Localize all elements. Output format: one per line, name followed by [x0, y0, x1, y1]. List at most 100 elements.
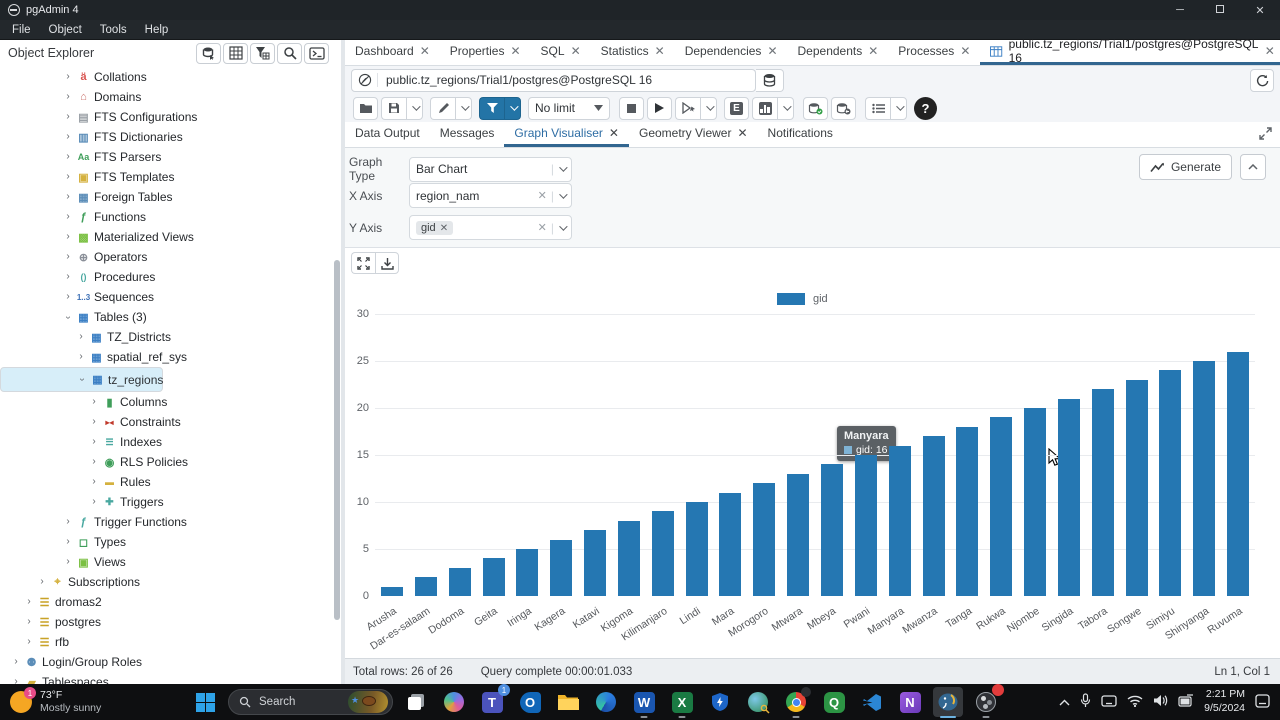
tree-item-types[interactable]: › ◻ Types — [0, 532, 333, 552]
task-view-icon[interactable] — [401, 687, 431, 717]
menu-object[interactable]: Object — [41, 22, 90, 38]
tab-close-icon[interactable]: ✕ — [510, 44, 520, 58]
bar-geita[interactable] — [482, 558, 505, 596]
chip-remove-icon[interactable]: ✕ — [440, 223, 448, 234]
bar-dodoma[interactable] — [448, 567, 471, 596]
tab-dependents[interactable]: Dependents ✕ — [788, 40, 889, 65]
chevron-right-icon[interactable]: › — [62, 251, 74, 262]
bar-mbeya[interactable] — [820, 464, 843, 596]
result-tab-messages[interactable]: Messages — [430, 122, 505, 147]
result-tab-data-output[interactable]: Data Output — [345, 122, 430, 147]
expand-chart-icon[interactable] — [351, 252, 375, 274]
display-device-icon[interactable] — [1101, 694, 1117, 710]
qgis-icon[interactable]: Q — [819, 687, 849, 717]
limit-select[interactable]: No limit — [528, 96, 610, 120]
generate-button[interactable]: Generate — [1138, 154, 1232, 180]
tree-item-spatial-ref-sys[interactable]: › ▦ spatial_ref_sys — [0, 347, 333, 367]
search-box[interactable]: Search ★ — [228, 689, 393, 715]
chevron-right-icon[interactable]: › — [75, 351, 87, 362]
bar-kagera[interactable] — [550, 539, 573, 596]
panel-collapse-icon[interactable] — [1259, 126, 1272, 143]
chevron-right-icon[interactable]: › — [10, 656, 22, 667]
tree-item-login-group-roles[interactable]: › ⚉ Login/Group Roles — [0, 652, 333, 672]
tree-item-domains[interactable]: › ⌂ Domains — [0, 87, 333, 107]
explain-analyze-button[interactable] — [752, 96, 777, 120]
edge-icon[interactable] — [591, 687, 621, 717]
explain-button[interactable]: E — [724, 96, 749, 120]
bar-mara[interactable] — [719, 492, 742, 596]
bar-katavi[interactable] — [584, 530, 606, 596]
tab-statistics[interactable]: Statistics ✕ — [591, 40, 675, 65]
macros-chevron[interactable] — [890, 96, 907, 120]
vscode-icon[interactable] — [857, 687, 887, 717]
chevron-right-icon[interactable]: › — [88, 396, 100, 407]
result-tab-close-icon[interactable]: ✕ — [609, 126, 619, 140]
edit-button[interactable] — [430, 96, 455, 120]
close-button[interactable]: ✕ — [1240, 4, 1280, 17]
tab-close-icon[interactable]: ✕ — [960, 44, 970, 58]
open-file-button[interactable] — [353, 96, 378, 120]
terminal-icon[interactable] — [304, 42, 329, 64]
chrome-icon[interactable] — [781, 687, 811, 718]
chevron-down-icon[interactable]: › — [77, 374, 88, 386]
bar-songwe[interactable] — [1125, 379, 1148, 596]
tab-properties[interactable]: Properties ✕ — [440, 40, 531, 65]
chevron-right-icon[interactable]: › — [88, 436, 100, 447]
battery-icon[interactable] — [1178, 694, 1194, 710]
chevron-right-icon[interactable]: › — [75, 331, 87, 342]
tree-item-indexes[interactable]: › ☰ Indexes — [0, 432, 333, 452]
tab-close-icon[interactable]: ✕ — [571, 44, 581, 58]
download-chart-icon[interactable] — [375, 252, 399, 274]
tree-item-postgres[interactable]: › ☰ postgres — [0, 612, 333, 632]
graph-type-select[interactable]: Bar Chart | — [409, 156, 572, 182]
bar-ruvuma[interactable] — [1227, 351, 1250, 596]
chevron-right-icon[interactable]: › — [62, 151, 74, 162]
teams-icon[interactable]: T1 — [477, 684, 510, 717]
bar-tanga[interactable] — [956, 426, 979, 596]
stop-button[interactable] — [619, 96, 644, 120]
bar-manyara[interactable] — [888, 445, 911, 596]
sidebar-scrollbar[interactable] — [334, 260, 340, 620]
chevron-right-icon[interactable]: › — [62, 516, 74, 527]
tab-close-icon[interactable]: ✕ — [655, 44, 665, 58]
chevron-right-icon[interactable]: › — [62, 191, 74, 202]
clock[interactable]: 2:21 PM 9/5/2024 — [1204, 688, 1245, 715]
filter-button[interactable] — [479, 96, 504, 120]
tree-item-functions[interactable]: › ƒ Functions — [0, 207, 333, 227]
chevron-right-icon[interactable]: › — [10, 676, 22, 685]
chevron-right-icon[interactable]: › — [62, 71, 74, 82]
outlook-icon[interactable]: O — [515, 687, 545, 717]
chevron-right-icon[interactable]: › — [88, 476, 100, 487]
save-options-chevron[interactable] — [406, 96, 423, 120]
tab-dependencies[interactable]: Dependencies ✕ — [675, 40, 788, 65]
chevron-right-icon[interactable]: › — [62, 291, 74, 302]
obs-icon[interactable] — [971, 684, 1004, 718]
chevron-right-icon[interactable]: › — [62, 556, 74, 567]
macros-button[interactable] — [865, 96, 890, 120]
tree-item-tz-districts[interactable]: › ▦ TZ_Districts — [0, 327, 333, 347]
bar-mtwara[interactable] — [787, 473, 810, 596]
bar-simiyu[interactable] — [1159, 370, 1182, 596]
execute-button[interactable] — [647, 96, 672, 120]
tree-item-fts-configurations[interactable]: › ▤ FTS Configurations — [0, 107, 333, 127]
y-axis-select[interactable]: gid ✕ ✕ | — [409, 215, 572, 240]
maximize-button[interactable] — [1200, 4, 1240, 17]
save-button[interactable] — [381, 96, 406, 120]
bar-morogoro[interactable] — [753, 483, 776, 596]
microphone-icon[interactable] — [1080, 693, 1091, 711]
bar-dar-es-salaam[interactable] — [414, 577, 437, 596]
table-grid-icon[interactable] — [223, 42, 248, 64]
execute-chevron[interactable] — [700, 96, 717, 120]
purple-n-app-icon[interactable]: N — [895, 687, 925, 717]
help-button[interactable]: ? — [914, 96, 937, 120]
minimize-button[interactable]: ─ — [1160, 4, 1200, 17]
menu-tools[interactable]: Tools — [92, 22, 135, 38]
excel-icon[interactable]: X — [667, 687, 697, 718]
chevron-right-icon[interactable]: › — [62, 171, 74, 182]
chevron-down-icon[interactable]: › — [63, 311, 74, 323]
chevron-right-icon[interactable]: › — [62, 91, 74, 102]
wifi-icon[interactable] — [1127, 695, 1143, 710]
x-axis-select[interactable]: region_nam ✕ | — [409, 183, 572, 208]
file-explorer-icon[interactable] — [553, 687, 583, 717]
globe-search-app-icon[interactable] — [743, 687, 773, 717]
